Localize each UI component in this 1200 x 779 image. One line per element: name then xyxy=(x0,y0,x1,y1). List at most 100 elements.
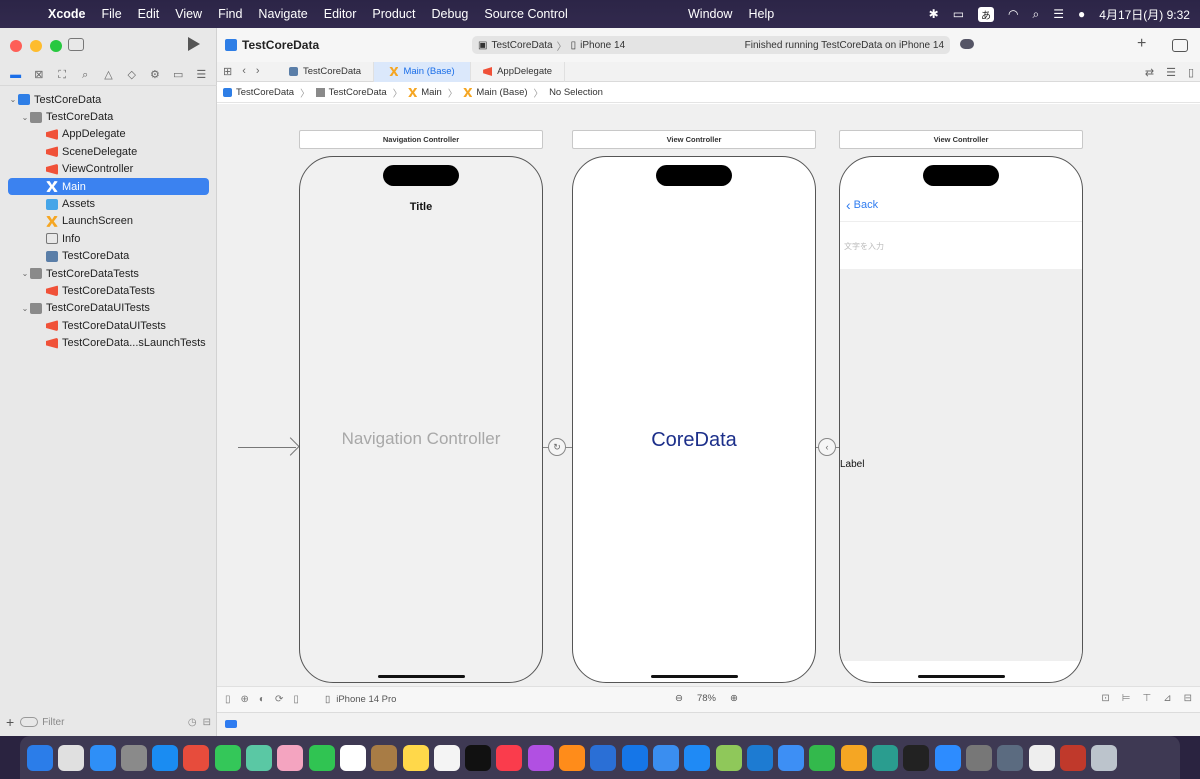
show-segue-icon[interactable]: ‹ xyxy=(818,438,836,456)
breakpoint-navigator-icon[interactable]: ▭ xyxy=(171,69,185,81)
keynote-icon[interactable] xyxy=(778,744,805,771)
document-outline-icon[interactable]: ▯ xyxy=(225,694,231,705)
project-navigator-icon[interactable]: ▬ xyxy=(9,69,23,81)
tree-item-project[interactable]: ⌄ TestCoreData xyxy=(0,91,217,108)
view-controller-scene[interactable]: CoreData xyxy=(572,156,816,683)
orientation-icon[interactable]: ⟳ xyxy=(275,694,283,705)
messages-icon[interactable] xyxy=(214,744,241,771)
update-frames-icon[interactable]: ⊡ xyxy=(1101,693,1109,704)
bluetooth-icon[interactable]: ✱ xyxy=(929,7,939,21)
inspector-toggle-icon[interactable] xyxy=(1172,39,1188,52)
pages-icon[interactable] xyxy=(840,744,867,771)
destination-selector[interactable]: ▯ iPhone 14 xyxy=(571,40,626,51)
facetime-icon[interactable] xyxy=(308,744,335,771)
test-navigator-icon[interactable]: ◇ xyxy=(125,69,139,81)
chatgpt-icon[interactable] xyxy=(872,744,899,771)
menu-app-name[interactable]: Xcode xyxy=(40,7,94,21)
refresh-arrows-icon[interactable]: ⇄ xyxy=(1145,66,1154,79)
tree-item-file[interactable]: Info xyxy=(0,230,217,247)
minimize-window-button[interactable] xyxy=(30,40,42,52)
input-method-icon[interactable]: あ xyxy=(978,6,995,22)
tree-item-file[interactable]: TestCoreDataTests xyxy=(0,282,217,299)
storyboard-canvas[interactable]: Navigation Controller Title Navigation C… xyxy=(217,104,1200,686)
scene-dock-navigation-controller[interactable]: Navigation Controller xyxy=(299,130,543,149)
mail-icon[interactable] xyxy=(89,744,116,771)
dictionary-icon[interactable] xyxy=(1059,744,1086,771)
align-icon[interactable]: ⊨ xyxy=(1122,693,1131,704)
system-settings-icon[interactable] xyxy=(120,744,147,771)
siri-icon[interactable]: ● xyxy=(1078,7,1085,21)
back-arrow-icon[interactable]: ‹ xyxy=(242,65,246,78)
navigation-bar-title[interactable]: Title xyxy=(300,201,542,213)
menu-view[interactable]: View xyxy=(167,7,210,21)
filter-scope-icon[interactable]: ⊟ xyxy=(203,717,211,728)
chrome-icon[interactable] xyxy=(183,744,210,771)
terminal-icon[interactable] xyxy=(903,744,930,771)
relationship-segue-icon[interactable]: ↻ xyxy=(548,438,566,456)
menu-navigate[interactable]: Navigate xyxy=(250,7,315,21)
tree-item-group[interactable]: ⌄ TestCoreDataTests xyxy=(0,265,217,282)
zoom-window-button[interactable] xyxy=(50,40,62,52)
find-navigator-icon[interactable]: ⌕ xyxy=(78,69,92,81)
output-label[interactable]: Label xyxy=(840,459,864,470)
scene-dock-view-controller[interactable]: View Controller xyxy=(572,130,816,149)
menu-file[interactable]: File xyxy=(94,7,130,21)
transporter-icon[interactable] xyxy=(652,744,679,771)
tree-item-file[interactable]: TestCoreData xyxy=(0,248,217,265)
navigation-controller-scene[interactable]: Title Navigation Controller xyxy=(299,156,543,683)
menu-editor[interactable]: Editor xyxy=(316,7,365,21)
vscode-icon[interactable] xyxy=(746,744,773,771)
tab-appdelegate[interactable]: AppDelegate xyxy=(471,61,566,82)
launchpad-icon[interactable] xyxy=(58,744,85,771)
tree-item-file[interactable]: TestCoreData...sLaunchTests xyxy=(0,334,217,351)
simulator-icon[interactable] xyxy=(621,744,648,771)
menu-help[interactable]: Help xyxy=(740,7,782,21)
tree-item-file[interactable]: ViewController xyxy=(0,161,217,178)
preview-icon[interactable] xyxy=(997,744,1024,771)
issue-navigator-icon[interactable]: △ xyxy=(101,69,115,81)
apple-tv-icon[interactable] xyxy=(465,744,492,771)
tree-item-file[interactable]: TestCoreDataUITests xyxy=(0,317,217,334)
appearance-icon[interactable]: ◐ xyxy=(259,694,265,705)
calendar-icon[interactable] xyxy=(339,744,366,771)
initial-view-controller-arrow[interactable] xyxy=(238,447,296,449)
forward-arrow-icon[interactable]: › xyxy=(256,65,260,78)
detail-view-controller-scene[interactable]: ‹ Back 文字を入力 Label xyxy=(839,156,1083,683)
disclosure-icon[interactable]: ⌄ xyxy=(20,113,30,122)
menu-edit[interactable]: Edit xyxy=(130,7,168,21)
battery-icon[interactable]: ▭ xyxy=(953,7,964,21)
tab-testcoredata[interactable]: TestCoreData xyxy=(277,61,375,82)
textedit-icon[interactable] xyxy=(1028,744,1055,771)
breadcrumb-file[interactable]: Main xyxy=(421,87,442,98)
tree-item-group[interactable]: ⌄ TestCoreDataUITests xyxy=(0,300,217,317)
disclosure-icon[interactable]: ⌄ xyxy=(8,95,18,104)
menu-debug[interactable]: Debug xyxy=(424,7,477,21)
finder-icon[interactable] xyxy=(27,744,53,771)
notebook-icon[interactable] xyxy=(715,744,742,771)
debug-area-toggle-icon[interactable] xyxy=(225,720,237,728)
reminders-icon[interactable] xyxy=(433,744,460,771)
menu-source-control[interactable]: Source Control xyxy=(476,7,575,21)
photos-icon[interactable] xyxy=(277,744,304,771)
source-control-navigator-icon[interactable]: ⊠ xyxy=(32,69,46,81)
disclosure-icon[interactable]: ⌄ xyxy=(20,269,30,278)
related-items-icon[interactable]: ⊞ xyxy=(223,65,232,78)
tab-main-base[interactable]: Main (Base) xyxy=(374,61,472,82)
tree-item-group[interactable]: ⌄ TestCoreData xyxy=(0,108,217,125)
books-icon[interactable] xyxy=(559,744,586,771)
control-center-icon[interactable]: ☰ xyxy=(1053,7,1064,21)
tree-item-file[interactable]: Assets xyxy=(0,195,217,212)
maps-icon[interactable] xyxy=(246,744,273,771)
breadcrumb-selection[interactable]: No Selection xyxy=(549,87,603,98)
add-constraints-icon[interactable]: ⊤ xyxy=(1143,693,1152,704)
xcode-cloud-icon[interactable] xyxy=(960,39,974,49)
report-navigator-icon[interactable]: ☰ xyxy=(194,69,208,81)
device-selector[interactable]: ▯ iPhone 14 Pro xyxy=(325,694,396,705)
spotlight-icon[interactable]: ⌕ xyxy=(1033,7,1040,22)
accessibility-icon[interactable]: ⊕ xyxy=(241,694,249,705)
scene-dock-detail-view-controller[interactable]: View Controller xyxy=(839,130,1083,149)
menu-clock[interactable]: 4月17日(月) 9:32 xyxy=(1099,6,1190,23)
numbers-icon[interactable] xyxy=(809,744,836,771)
safari-icon[interactable] xyxy=(152,744,179,771)
debug-navigator-icon[interactable]: ⚙ xyxy=(148,69,162,81)
